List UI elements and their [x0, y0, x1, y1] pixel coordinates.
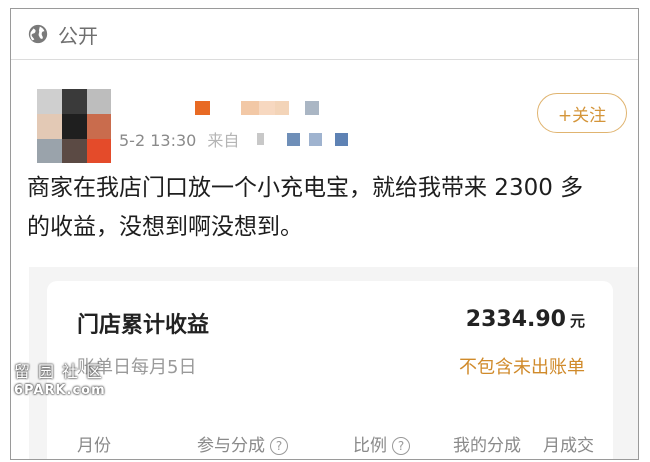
avatar-pixel	[87, 114, 111, 139]
source-blur-block	[309, 133, 322, 146]
name-blur-block	[305, 101, 319, 115]
column-participation: 参与分成?	[197, 431, 288, 456]
card-billing-day: 账单日每月5日	[77, 357, 197, 378]
post-time: 5-2 13:30	[119, 131, 197, 150]
name-blur-block	[259, 101, 275, 115]
avatar-pixel	[87, 139, 111, 163]
name-blur-block	[241, 101, 259, 115]
visibility-bar[interactable]: 公开	[11, 9, 638, 59]
column-ratio: 比例?	[353, 431, 410, 456]
card-amount-unit: 元	[569, 312, 585, 330]
card-title: 门店累计收益	[77, 313, 210, 338]
post-meta: 5-2 13:30 来自	[119, 127, 239, 151]
help-icon[interactable]: ?	[392, 437, 410, 455]
earnings-card: 门店累计收益 2334.90 元 账单日每月5日 不包含未出账单 月份 参与分成?…	[47, 281, 613, 459]
header-divider	[11, 59, 638, 60]
source-blur-block	[287, 133, 300, 146]
card-note: 不包含未出账单	[459, 357, 585, 378]
avatar-pixel	[37, 89, 62, 114]
post-text: 商家在我店门口放一个小充电宝，就给我带来 2300 多 的收益，没想到啊没想到。	[27, 175, 584, 240]
name-blur-block	[275, 101, 289, 115]
help-icon[interactable]: ?	[270, 437, 288, 455]
avatar-pixel	[62, 89, 87, 114]
source-blur-block	[257, 133, 264, 145]
column-monthly-deal: 月成交	[543, 436, 594, 456]
avatar-pixel	[37, 114, 62, 139]
column-ratio-label: 比例	[353, 436, 387, 456]
column-my-share: 我的分成	[453, 436, 521, 456]
card-amount: 2334.90 元	[466, 307, 585, 332]
post-frame: 公开 5-2 13:30 来自 +关注 商家在我店门口放一个小充电宝，就给我带来…	[10, 8, 639, 460]
column-month: 月份	[77, 436, 111, 456]
avatar-pixel	[37, 139, 62, 163]
follow-button[interactable]: +关注	[537, 93, 627, 133]
name-blur-block	[195, 101, 210, 115]
post-source-prefix: 来自	[207, 131, 240, 150]
avatar-pixel	[62, 139, 87, 163]
globe-icon	[28, 24, 48, 44]
column-participation-label: 参与分成	[197, 436, 265, 456]
avatar[interactable]	[37, 89, 111, 163]
card-amount-value: 2334.90	[465, 307, 566, 332]
avatar-pixel	[87, 89, 111, 114]
source-blur-block	[335, 133, 348, 146]
visibility-label: 公开	[58, 23, 98, 48]
avatar-pixel	[62, 114, 87, 139]
